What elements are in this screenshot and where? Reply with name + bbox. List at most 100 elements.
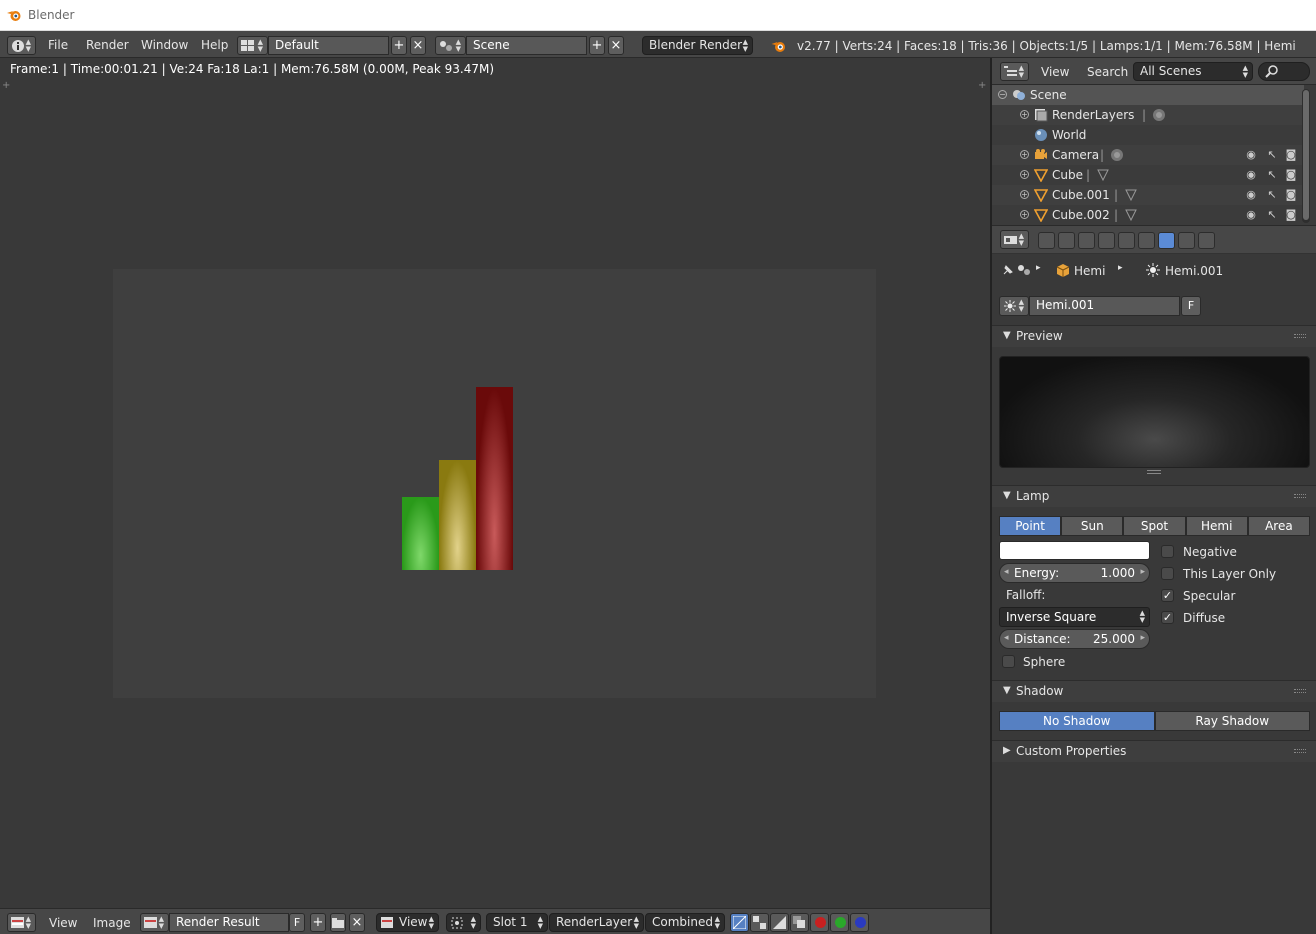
cursor-select-icon[interactable]: ↖	[1265, 208, 1279, 222]
expand-toggle-icon[interactable]: +	[1020, 170, 1029, 179]
pivot-dropdown[interactable]: ▲ ▼	[446, 913, 481, 932]
red-channel-button[interactable]	[810, 913, 829, 932]
lamp-type-hemi-button[interactable]: Hemi	[1185, 516, 1248, 536]
lamp-data-tab-icon[interactable]	[1158, 232, 1175, 249]
shadow-panel-header[interactable]: ▼ Shadow	[992, 680, 1316, 702]
outliner-scrollbar[interactable]	[1302, 89, 1310, 223]
editor-type-image-button[interactable]: ▲ ▼	[7, 913, 36, 932]
object-tab-icon[interactable]	[1118, 232, 1135, 249]
render-layers-tab-icon[interactable]	[1058, 232, 1075, 249]
editor-type-properties-button[interactable]: ▲ ▼	[1000, 230, 1029, 249]
slot-dropdown[interactable]: Slot 1 ▲ ▼	[486, 913, 548, 932]
editor-type-info-button[interactable]: ▲ ▼	[7, 36, 36, 55]
sphere-checkbox[interactable]	[1002, 655, 1015, 668]
display-channels-overlay-button[interactable]	[790, 913, 809, 932]
shadow-no-shadow-button[interactable]: No Shadow	[999, 711, 1155, 731]
new-image-button[interactable]: +	[310, 913, 326, 932]
outliner-row[interactable]: + Cube | ◉ ↖ ◙	[992, 165, 1304, 185]
expand-toggle-icon[interactable]: +	[1020, 110, 1029, 119]
preview-panel-header[interactable]: ▼ Preview	[992, 325, 1316, 347]
outliner-menu-search[interactable]: Search	[1087, 65, 1128, 79]
menu-file[interactable]: File	[48, 38, 68, 52]
outliner[interactable]: − Scene + RenderLayers | World + Camera | ◉ ↖ ◙ + Cub…	[992, 85, 1316, 225]
camera-data-icon[interactable]	[1110, 148, 1124, 162]
panel-grip-icon[interactable]	[1294, 494, 1306, 498]
scene-browse-button[interactable]: ▲ ▼	[435, 36, 466, 55]
editor-type-outliner-button[interactable]: ▲ ▼	[1000, 62, 1029, 81]
add-scene-button[interactable]: +	[589, 36, 605, 55]
lamp-color-swatch[interactable]	[999, 541, 1150, 560]
expand-toggle-icon[interactable]: +	[1020, 210, 1029, 219]
outliner-row[interactable]: + Cube.002 | ◉ ↖ ◙	[992, 205, 1304, 225]
outliner-row[interactable]: + Cube.001 | ◉ ↖ ◙	[992, 185, 1304, 205]
increment-arrow-icon[interactable]: ▸	[1140, 567, 1145, 577]
collapse-toggle-icon[interactable]: −	[998, 90, 1007, 99]
constraints-tab-icon[interactable]	[1138, 232, 1155, 249]
scene-tab-icon[interactable]	[1078, 232, 1095, 249]
render-layer-icon[interactable]	[1152, 108, 1166, 122]
custom-properties-panel-header[interactable]: ▶ Custom Properties	[992, 740, 1316, 762]
lamp-type-sun-button[interactable]: Sun	[1061, 516, 1124, 536]
outliner-row[interactable]: World	[992, 125, 1304, 145]
eye-icon[interactable]: ◉	[1244, 168, 1258, 182]
expand-toggle-icon[interactable]: +	[1020, 190, 1029, 199]
scrollbar-thumb[interactable]	[1303, 90, 1309, 220]
lamp-datablock-name-field[interactable]: Hemi.001	[1029, 296, 1180, 316]
outliner-row[interactable]: + Camera | ◉ ↖ ◙	[992, 145, 1304, 165]
preview-resize-handle[interactable]	[1147, 470, 1161, 474]
cursor-select-icon[interactable]: ↖	[1265, 148, 1279, 162]
scene-field[interactable]: Scene	[466, 36, 587, 55]
decrement-arrow-icon[interactable]: ◂	[1004, 567, 1009, 577]
lamp-datablock-browse-button[interactable]: ▲ ▼	[999, 296, 1029, 316]
specular-checkbox[interactable]: ✓	[1161, 589, 1174, 602]
area-split-corner-icon[interactable]: +	[2, 80, 10, 91]
display-channels-color-button[interactable]	[730, 913, 749, 932]
panel-grip-icon[interactable]	[1294, 749, 1306, 753]
mesh-data-icon[interactable]	[1124, 208, 1138, 222]
outliner-row-label[interactable]: Cube	[1052, 168, 1083, 182]
mesh-data-icon[interactable]	[1124, 188, 1138, 202]
render-pass-dropdown[interactable]: Combined ▲ ▼	[645, 913, 725, 932]
render-layer-dropdown[interactable]: RenderLayer ▲ ▼	[549, 913, 644, 932]
outliner-menu-view[interactable]: View	[1041, 65, 1069, 79]
outliner-row-label[interactable]: RenderLayers	[1052, 108, 1134, 122]
texture-tab-icon[interactable]	[1178, 232, 1195, 249]
view-mode-dropdown[interactable]: View ▲ ▼	[376, 913, 439, 932]
panel-grip-icon[interactable]	[1294, 689, 1306, 693]
eye-icon[interactable]: ◉	[1244, 188, 1258, 202]
expand-toggle-icon[interactable]: +	[1020, 150, 1029, 159]
this-layer-only-checkbox[interactable]	[1161, 567, 1174, 580]
eye-icon[interactable]: ◉	[1244, 148, 1258, 162]
screen-layout-field[interactable]: Default	[268, 36, 389, 55]
outliner-row[interactable]: + RenderLayers |	[992, 105, 1304, 125]
outliner-row-label[interactable]: Scene	[1030, 88, 1067, 102]
outliner-display-mode-dropdown[interactable]: All Scenes ▲ ▼	[1133, 62, 1253, 81]
panel-grip-icon[interactable]	[1294, 334, 1306, 338]
image-editor-viewport[interactable]: Frame:1 | Time:00:01.21 | Ve:24 Fa:18 La…	[0, 58, 990, 908]
increment-arrow-icon[interactable]: ▸	[1140, 633, 1145, 643]
world-tab-icon[interactable]	[1098, 232, 1115, 249]
modifiers-tab-icon[interactable]	[1198, 232, 1215, 249]
energy-field[interactable]: ◂ Energy: 1.000 ▸	[999, 563, 1150, 583]
diffuse-checkbox[interactable]: ✓	[1161, 611, 1174, 624]
display-channels-zbuffer-button[interactable]	[770, 913, 789, 932]
image-name-field[interactable]: Render Result	[169, 913, 289, 932]
outliner-row-label[interactable]: Camera	[1052, 148, 1099, 162]
outliner-row-label[interactable]: Cube.001	[1052, 188, 1110, 202]
remove-layout-button[interactable]: ×	[410, 36, 426, 55]
lamp-panel-header[interactable]: ▼ Lamp	[992, 485, 1316, 507]
cursor-select-icon[interactable]: ↖	[1265, 168, 1279, 182]
render-tab-icon[interactable]	[1038, 232, 1055, 249]
cursor-select-icon[interactable]: ↖	[1265, 188, 1279, 202]
eye-icon[interactable]: ◉	[1244, 208, 1258, 222]
green-channel-button[interactable]	[830, 913, 849, 932]
outliner-row[interactable]: − Scene	[992, 85, 1304, 105]
unlink-image-button[interactable]: ×	[349, 913, 365, 932]
lamp-type-area-button[interactable]: Area	[1247, 516, 1310, 536]
render-camera-icon[interactable]: ◙	[1284, 148, 1298, 162]
menu-view[interactable]: View	[49, 916, 77, 930]
screen-layout-button[interactable]: ▲ ▼	[237, 36, 268, 55]
add-layout-button[interactable]: +	[391, 36, 407, 55]
mesh-data-icon[interactable]	[1096, 168, 1110, 182]
render-engine-dropdown[interactable]: Blender Render ▲ ▼	[642, 36, 753, 55]
